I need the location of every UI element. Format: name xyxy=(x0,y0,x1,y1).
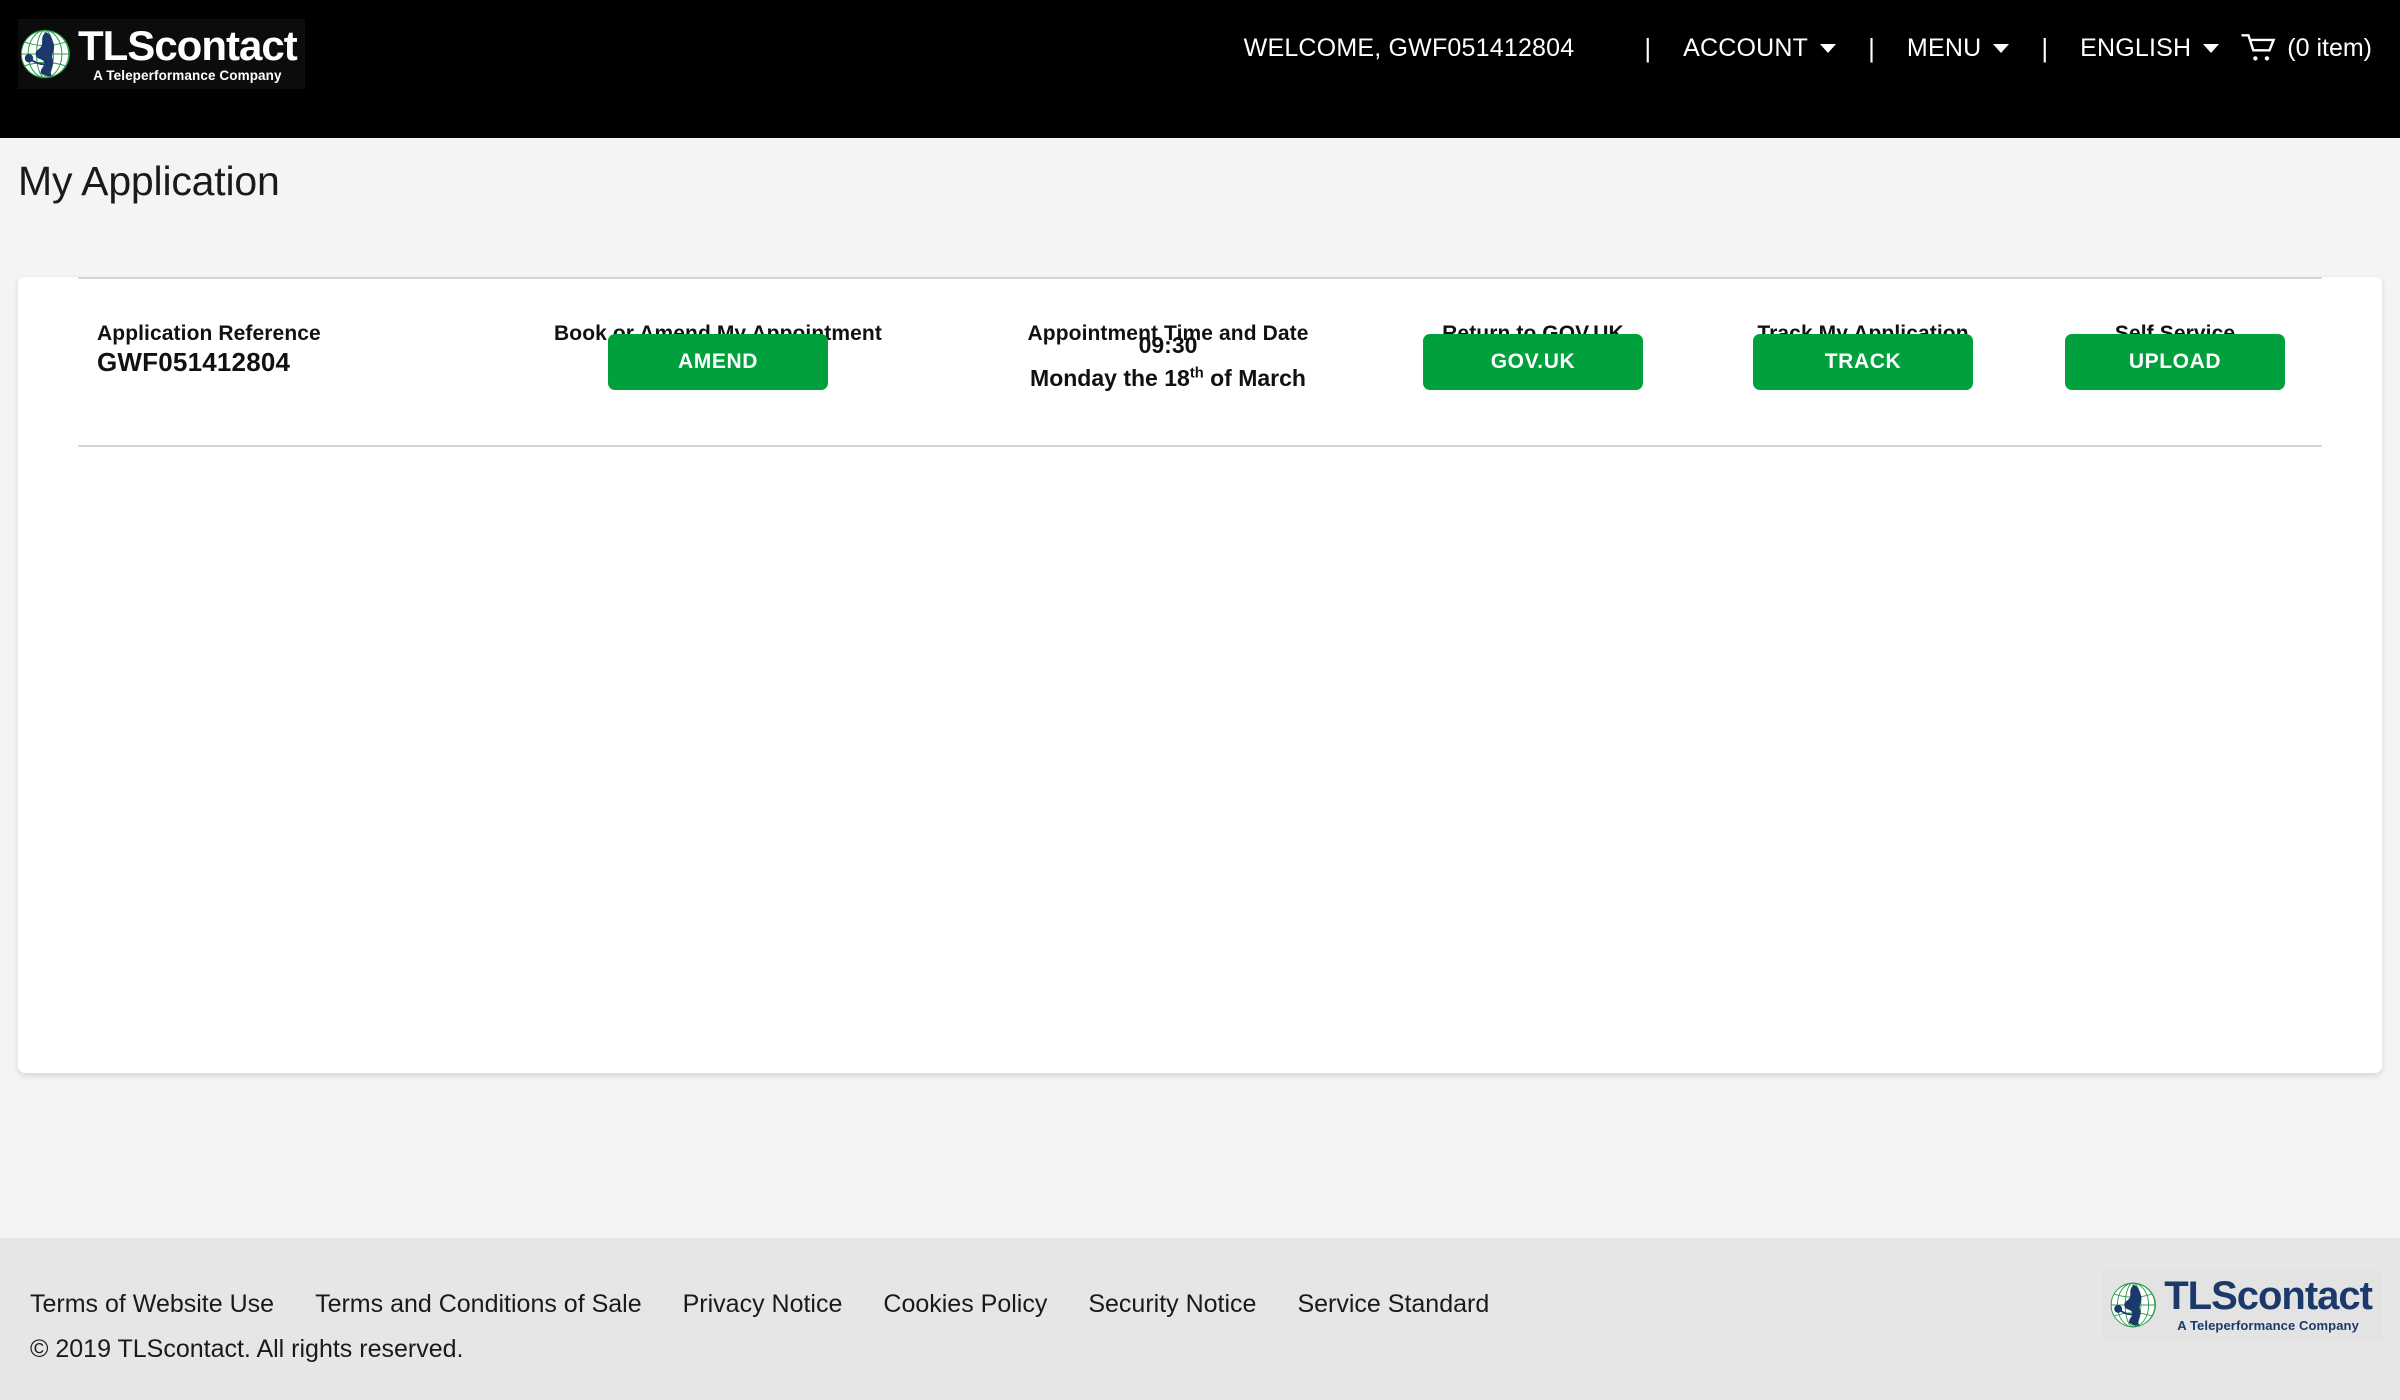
table-row: GWF051412804 AMEND 09:30 Monday the 18th… xyxy=(78,279,2322,445)
application-table-body: GWF051412804 AMEND 09:30 Monday the 18th… xyxy=(78,279,2322,445)
welcome-message: WELCOME, GWF051412804 xyxy=(1243,33,1575,62)
footer-links: Terms of Website Use Terms and Condition… xyxy=(30,1290,1530,1319)
nav-separator: | xyxy=(1644,32,1652,63)
footer-link-terms-and-conditions-of-sale[interactable]: Terms and Conditions of Sale xyxy=(315,1290,642,1319)
footer-logo-tagline: A Teleperformance Company xyxy=(2177,1318,2359,1334)
footer-logo-name: TLScontact xyxy=(2164,1273,2373,1318)
footer-link-service-standard[interactable]: Service Standard xyxy=(1297,1290,1489,1319)
appointment-time: 09:30 xyxy=(1138,332,1198,359)
footer-link-security-notice[interactable]: Security Notice xyxy=(1088,1290,1256,1319)
appointment-date: Monday the 18th of March xyxy=(968,362,1368,395)
footer-link-privacy-notice[interactable]: Privacy Notice xyxy=(683,1290,843,1319)
application-card: Application Reference Book or Amend My A… xyxy=(18,277,2382,1073)
table-divider-bottom xyxy=(78,445,2322,447)
page-title: My Application xyxy=(18,158,280,204)
cell-track-application: TRACK xyxy=(1698,334,2028,390)
appointment-date-prefix: Monday the 18 xyxy=(1030,365,1190,391)
footer-logo[interactable]: TLScontact A Teleperformance Company xyxy=(2102,1270,2382,1340)
cart-count-label: (0 item) xyxy=(2287,33,2372,62)
footer-link-cookies-policy[interactable]: Cookies Policy xyxy=(883,1290,1047,1319)
site-header: TLScontact A Teleperformance Company WEL… xyxy=(0,0,2400,138)
appointment-details: 09:30 Monday the 18th of March xyxy=(968,329,1368,394)
cart-button[interactable]: (0 item) xyxy=(2241,33,2372,63)
track-button[interactable]: TRACK xyxy=(1753,334,1973,390)
shopping-cart-icon xyxy=(2241,34,2276,61)
appointment-date-ordinal: th xyxy=(1189,365,1204,382)
header-logo-tagline: A Teleperformance Company xyxy=(93,68,282,84)
nav-item-menu[interactable]: MENU xyxy=(1906,33,2010,63)
cell-self-service: UPLOAD xyxy=(2028,334,2322,390)
globe-icon xyxy=(20,29,70,79)
application-reference-value: GWF051412804 xyxy=(97,346,291,377)
nav-item-menu-label: MENU xyxy=(1906,33,1982,62)
nav-item-account[interactable]: ACCOUNT xyxy=(1683,33,1837,63)
globe-icon xyxy=(2110,1282,2157,1328)
cell-application-reference: GWF051412804 xyxy=(78,347,468,378)
footer-link-terms-of-website-use[interactable]: Terms of Website Use xyxy=(30,1290,274,1319)
chevron-down-icon xyxy=(1993,43,2010,53)
nav-separator: | xyxy=(2041,32,2049,63)
header-nav: WELCOME, GWF051412804 | ACCOUNT | MENU |… xyxy=(1244,0,2372,96)
chevron-down-icon xyxy=(1820,43,1837,53)
nav-item-language-label: ENGLISH xyxy=(2080,33,2192,62)
cell-return-to-govuk: GOV.UK xyxy=(1368,334,1698,390)
nav-separator: | xyxy=(1868,32,1875,63)
copyright-text: © 2019 TLScontact. All rights reserved. xyxy=(30,1335,464,1363)
cell-book-amend: AMEND xyxy=(468,334,968,390)
nav-item-language[interactable]: ENGLISH xyxy=(2080,33,2220,63)
chevron-down-icon xyxy=(2203,43,2220,53)
header-logo[interactable]: TLScontact A Teleperformance Company xyxy=(18,19,305,89)
cell-appointment-time-date: 09:30 Monday the 18th of March xyxy=(968,329,1368,394)
header-logo-name: TLScontact xyxy=(78,21,298,69)
site-footer: Terms of Website Use Terms and Condition… xyxy=(0,1238,2400,1400)
upload-button[interactable]: UPLOAD xyxy=(2065,334,2285,390)
amend-button[interactable]: AMEND xyxy=(608,334,828,390)
appointment-date-suffix: of March xyxy=(1203,365,1306,391)
govuk-button[interactable]: GOV.UK xyxy=(1423,334,1643,390)
nav-item-account-label: ACCOUNT xyxy=(1683,33,1809,62)
